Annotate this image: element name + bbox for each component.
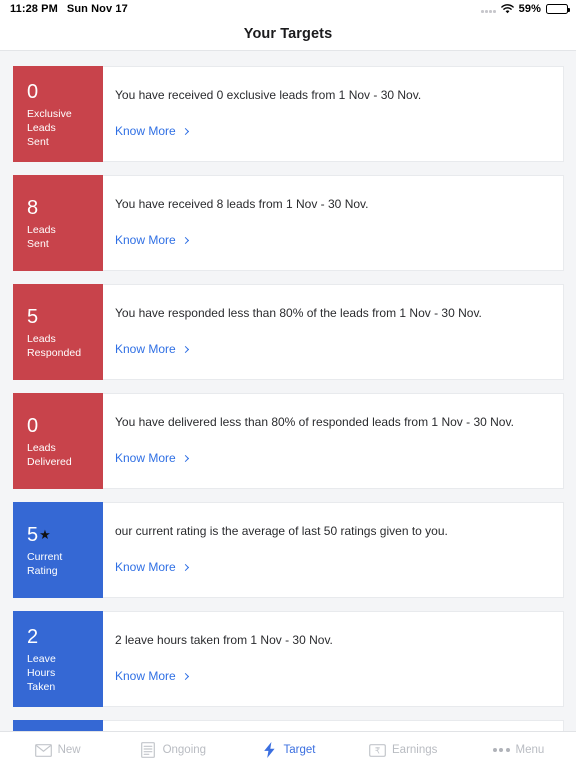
tab-label: Earnings [392,744,438,756]
app-root: 11:28 PM Sun Nov 17 59% Your Targets 0Ex… [0,0,576,768]
know-more-label: Know More [115,669,176,684]
target-card[interactable]: 0RepeatYou have delivered 0 leads to you… [13,720,564,731]
target-value-number: 5 [27,524,39,547]
target-value: 0 [27,416,93,437]
target-card-body: 2 leave hours taken from 1 Nov - 30 Nov.… [103,612,563,706]
target-description: our current rating is the average of las… [115,524,448,538]
target-card-body: You have received 0 exclusive leads from… [103,67,563,161]
battery-icon [546,4,570,14]
target-card-body: You have delivered 0 leads to your repea… [103,721,563,731]
tab-ongoing[interactable]: Ongoing [115,742,230,758]
chevron-right-icon [181,236,189,244]
page-header: Your Targets [0,18,576,51]
tab-label: New [57,744,81,756]
target-card[interactable]: 2 Leave Hours Taken 2 leave hours taken from… [13,611,564,707]
know-more-label: Know More [115,451,176,466]
target-value: 8 [27,198,93,219]
target-card[interactable]: 8 Leads Sent You have received 8 leads from… [13,175,564,271]
target-label: Leads Responded [27,333,82,359]
status-bar-left: 11:28 PM Sun Nov 17 [10,3,128,15]
target-card[interactable]: 0 Leads Delivered You have delivered less t… [13,393,564,489]
target-badge: 2 Leave Hours Taken [13,611,103,707]
svg-text:₹: ₹ [375,745,380,755]
target-value-number: 8 [27,197,39,220]
target-value: 5 ★ [27,525,93,546]
know-more-link[interactable]: Know More [115,342,189,357]
target-label: Exclusive Leads Sent [27,108,72,148]
tab-new[interactable]: New [0,743,115,758]
target-card[interactable]: 5 ★ Current Rating our current rating is the… [13,502,564,598]
target-value-number: 0 [27,81,39,104]
target-card[interactable]: 5 Leads Responded You have responded less t… [13,284,564,380]
target-value-number: 5 [27,306,39,329]
target-description: You have received 0 exclusive leads from… [115,88,422,102]
know-more-label: Know More [115,560,176,575]
tab-label: Ongoing [162,744,207,756]
target-card-body: our current rating is the average of las… [103,503,563,597]
target-description: 2 leave hours taken from 1 Nov - 30 Nov. [115,633,333,647]
document-icon [140,742,157,758]
target-badge: 5 ★ Current Rating [13,502,103,598]
target-badge: 5 Leads Responded [13,284,103,380]
chevron-right-icon [181,672,189,680]
target-card-body: You have responded less than 80% of the … [103,285,563,379]
battery-percent: 59% [518,3,541,15]
chevron-right-icon [181,127,189,135]
target-label: Leads Delivered [27,442,72,468]
page-title: Your Targets [243,26,333,42]
know-more-link[interactable]: Know More [115,233,189,248]
know-more-link[interactable]: Know More [115,669,189,684]
bottom-tab-bar: New Ongoing Target ₹ Earnings Menu [0,731,576,768]
status-bar-right: 59% [481,3,570,15]
target-label: Leave Hours Taken [27,653,56,693]
envelope-icon [34,743,52,758]
target-badge: 8 Leads Sent [13,175,103,271]
target-badge: 0 Exclusive Leads Sent [13,66,103,162]
target-card[interactable]: 0 Exclusive Leads Sent You have received 0 e… [13,66,564,162]
rupee-banknote-icon: ₹ [369,743,386,758]
tab-earnings[interactable]: ₹ Earnings [346,743,461,758]
status-time: 11:28 PM [10,3,58,15]
lightning-bolt-icon [261,742,278,758]
target-value: 5 [27,307,93,328]
tab-label: Menu [515,744,545,756]
know-more-label: Know More [115,342,176,357]
target-badge: 0 Leads Delivered [13,393,103,489]
target-value-number: 2 [27,626,39,649]
target-label: Current Rating [27,551,63,577]
know-more-label: Know More [115,124,176,139]
more-dots-icon [492,743,510,758]
target-card-body: You have received 8 leads from 1 Nov - 3… [103,176,563,270]
wifi-icon [500,4,514,14]
status-bar: 11:28 PM Sun Nov 17 59% [0,0,576,18]
target-description: You have responded less than 80% of the … [115,306,482,320]
chevron-right-icon [181,454,189,462]
status-date: Sun Nov 17 [66,3,128,15]
know-more-link[interactable]: Know More [115,560,189,575]
cellular-dots-icon [481,6,496,13]
target-label: Leads Sent [27,224,56,250]
target-value-number: 0 [27,415,39,438]
target-card-body: You have delivered less than 80% of resp… [103,394,563,488]
chevron-right-icon [181,345,189,353]
target-description: You have delivered less than 80% of resp… [115,415,514,429]
tab-target[interactable]: Target [230,742,345,758]
chevron-right-icon [181,563,189,571]
know-more-link[interactable]: Know More [115,451,189,466]
target-value: 2 [27,627,93,648]
tab-label: Target [283,744,316,756]
star-icon: ★ [39,527,51,543]
tab-menu[interactable]: Menu [461,743,576,758]
target-description: You have received 8 leads from 1 Nov - 3… [115,197,369,211]
know-more-link[interactable]: Know More [115,124,189,139]
target-value: 0 [27,82,93,103]
targets-list[interactable]: 0 Exclusive Leads Sent You have received 0 e… [0,52,576,731]
target-badge: 0Repeat [13,720,103,731]
know-more-label: Know More [115,233,176,248]
